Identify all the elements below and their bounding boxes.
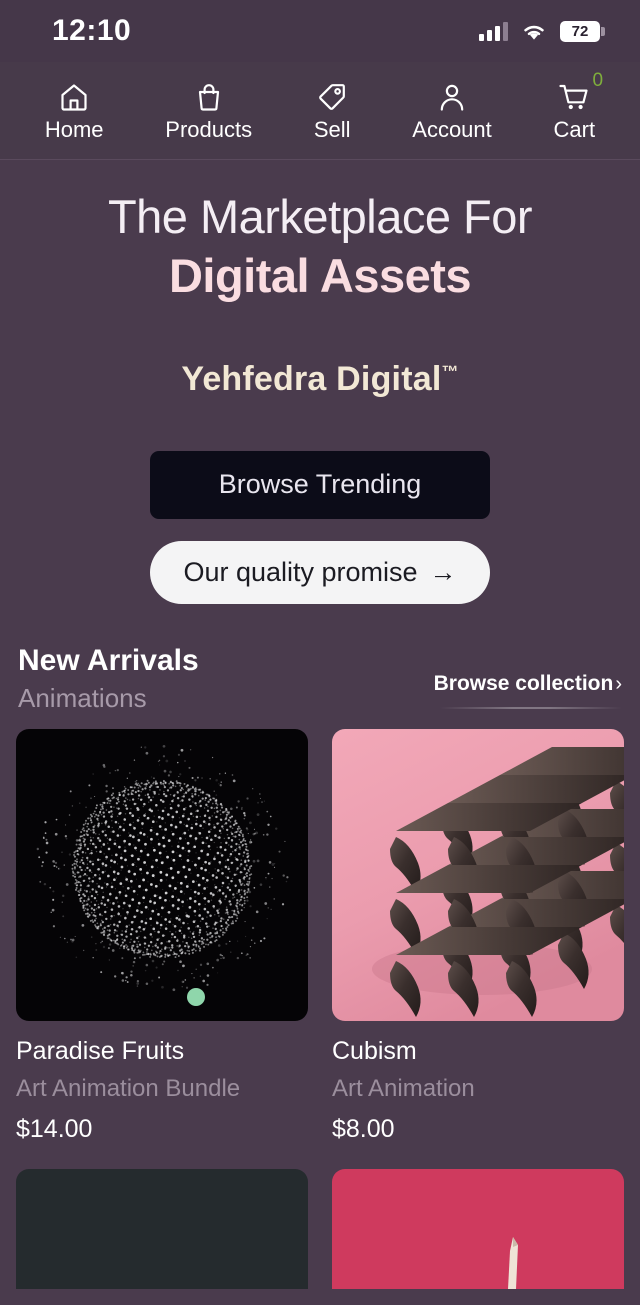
- shopping-bag-icon: [198, 83, 219, 111]
- home-icon: [61, 83, 87, 111]
- hero-section: The Marketplace For Digital Assets Yehfe…: [0, 160, 640, 604]
- dark-lattice-sculpture-thumbnail[interactable]: [332, 728, 624, 1021]
- battery-level: 72: [571, 22, 589, 40]
- nav-item-home[interactable]: Home: [39, 77, 110, 145]
- hero-cta-group: Browse Trending Our quality promise →: [20, 450, 620, 604]
- nav-label-sell: Sell: [313, 116, 351, 142]
- nav-item-sell[interactable]: Sell: [308, 77, 357, 145]
- shopping-cart-icon: [559, 84, 588, 109]
- arrow-right-icon: →: [429, 556, 457, 587]
- chevron-right-icon: ›: [615, 672, 622, 695]
- product-grid: Paradise Fruits Art Animation Bundle $14…: [0, 728, 640, 1290]
- product-price: $14.00: [16, 1114, 93, 1143]
- section-subtitle: Animations: [18, 683, 147, 714]
- browse-collection-link[interactable]: Browse collection ›: [434, 672, 622, 709]
- crimson-shape-thumbnail[interactable]: [332, 1169, 624, 1290]
- browse-trending-button[interactable]: Browse Trending: [150, 450, 490, 519]
- status-bar-clock: 12:10: [52, 14, 132, 47]
- status-bar: 12:10 72: [0, 0, 640, 62]
- product-subtitle: Art Animation Bundle: [16, 1075, 241, 1103]
- browse-collection-underline: [440, 706, 622, 709]
- battery-icon: 72: [560, 20, 605, 42]
- status-bar-indicators: 72: [479, 20, 605, 42]
- particle-sphere-animation-thumbnail[interactable]: [16, 728, 308, 1021]
- product-price: $8.00: [332, 1114, 395, 1143]
- browse-collection-label-group: Browse collection ›: [434, 672, 622, 696]
- quality-promise-button[interactable]: Our quality promise →: [150, 540, 490, 604]
- nav-item-products[interactable]: Products: [159, 77, 258, 145]
- section-title: New Arrivals: [18, 643, 199, 677]
- dark-slate-thumbnail[interactable]: [16, 1169, 308, 1290]
- section-title-group: New Arrivals Animations: [18, 644, 199, 713]
- nav-label-cart: Cart: [553, 116, 596, 142]
- nav-label-account: Account: [412, 116, 492, 142]
- hero-title-line2: Digital Assets: [168, 248, 472, 302]
- hero-title-line1: The Marketplace For: [107, 190, 533, 243]
- price-tag-icon: [319, 83, 346, 110]
- browse-collection-label: Browse collection: [433, 671, 614, 695]
- product-title: Paradise Fruits: [16, 1036, 185, 1065]
- product-subtitle: Art Animation: [332, 1075, 475, 1103]
- user-icon: [440, 84, 464, 111]
- wifi-icon: [524, 25, 544, 40]
- brand-name: Yehfedra Digital™: [20, 360, 620, 399]
- product-card[interactable]: [16, 1169, 308, 1290]
- cellular-signal-icon: [479, 21, 508, 41]
- product-card[interactable]: [332, 1169, 624, 1290]
- quality-promise-label: Our quality promise: [183, 556, 418, 587]
- product-card[interactable]: Paradise Fruits Art Animation Bundle $14…: [16, 728, 308, 1143]
- new-arrivals-header: New Arrivals Animations Browse collectio…: [0, 644, 640, 713]
- nav-item-account[interactable]: Account: [406, 77, 498, 145]
- trademark-symbol: ™: [441, 362, 459, 382]
- main-navigation: Home Products Sell Account 0 Cart: [0, 62, 640, 160]
- app-screen: 12:10 72 Home Products Sell Account 0 Ca…: [0, 0, 640, 1305]
- product-title: Cubism: [332, 1036, 417, 1065]
- brand-text: Yehfedra Digital: [181, 359, 442, 398]
- nav-label-products: Products: [165, 116, 253, 142]
- nav-label-home: Home: [44, 116, 104, 142]
- cart-badge-count: 0: [592, 69, 604, 91]
- nav-item-cart[interactable]: 0 Cart: [548, 71, 604, 145]
- product-card[interactable]: Cubism Art Animation $8.00: [332, 728, 624, 1143]
